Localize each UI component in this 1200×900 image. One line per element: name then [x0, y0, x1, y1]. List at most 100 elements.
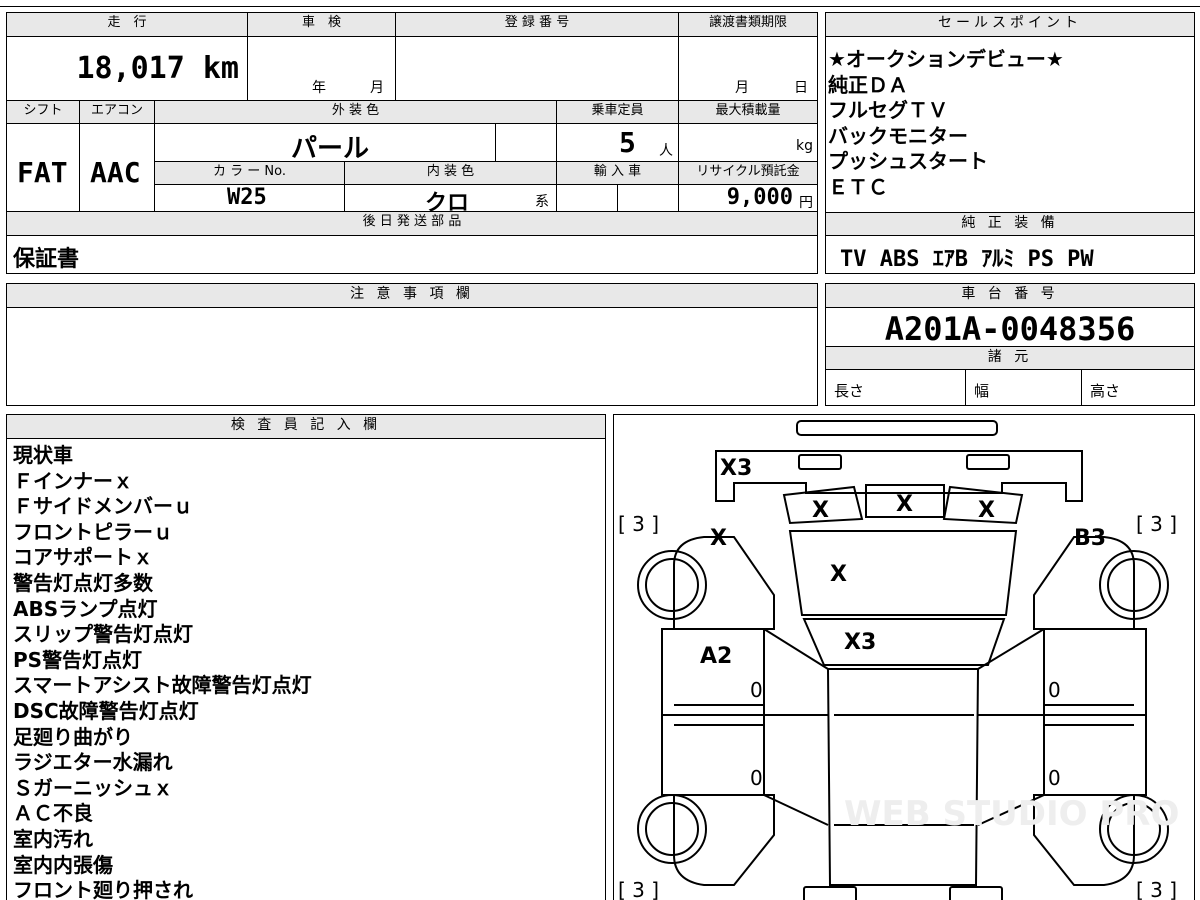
mark-hood: X [830, 562, 847, 587]
transfer-day-unit: 日 [794, 80, 808, 96]
shift-value: FAT [17, 156, 68, 189]
sales-points-box: セールスポイント ★オークションデビュー★ 純正ＤＡ フルセグＴＶ バックモニタ… [825, 12, 1195, 274]
sales-point: プッシュスタート [828, 149, 988, 174]
mark-door-zero: 0 [750, 678, 763, 702]
notes-box: 注 意 事 項 欄 [6, 283, 818, 406]
top-strip [0, 0, 1200, 7]
inspector-note: ラジエター水漏れ [13, 750, 173, 775]
mark-headlight-right: X [978, 498, 995, 523]
transfer-month-unit: 月 [735, 80, 749, 96]
transfer-deadline-header: 譲渡書類期限 [679, 13, 817, 37]
sales-points-list: ★オークションデビュー★ 純正ＤＡ フルセグＴＶ バックモニター プッシュスター… [828, 47, 1064, 201]
inspector-note: 現状車 [13, 443, 73, 467]
mark-door-zero: 0 [1048, 678, 1061, 702]
mark-tire-rear-left: [ 3 ] [618, 878, 659, 900]
inspection-header: 車 検 [248, 13, 396, 37]
interior-color-header: 内 装 色 [345, 162, 557, 185]
mark-windshield: X3 [844, 630, 876, 655]
chassis-box: 車 台 番 号 A201A-0048356 諸 元 長さ 幅 高さ [825, 283, 1195, 406]
watermark: WEB STUDIO PRO [844, 794, 1179, 834]
exterior-color-header: 外 装 色 [155, 101, 557, 124]
later-parts-header: 後 日 発 送 部 品 [7, 212, 817, 236]
aircon-header: エアコン [80, 101, 155, 124]
exterior-color-value: パール [291, 134, 370, 164]
inspector-note: 室内汚れ [13, 826, 93, 851]
vehicle-info-table: 走 行 車 検 登 録 番 号 譲渡書類期限 18,017 km 年 月 月 日… [6, 12, 818, 274]
capacity-value: 5 [619, 126, 636, 159]
inspector-note: フロント廻り押され [13, 878, 193, 900]
inspector-note: スマートアシスト故障警告灯点灯 [13, 673, 312, 698]
mileage-value: 18,017 km [76, 51, 239, 86]
shift-cell: FAT [7, 124, 80, 212]
capacity-cell: 5 人 [557, 124, 679, 162]
exterior-color-cell: パール [155, 124, 496, 164]
color-no-value: W25 [227, 185, 267, 210]
registration-header: 登 録 番 号 [396, 13, 679, 37]
notes-header: 注 意 事 項 欄 [7, 284, 817, 308]
mark-tire-front-right: [ 3 ] [1136, 512, 1177, 536]
inspector-note: 室内内張傷 [13, 852, 113, 877]
car-diagram: WEB STUDIO PRO X3 X X X X B3 X X3 A2 [ 3… [618, 420, 1179, 900]
inspector-note: PS警告灯点灯 [13, 647, 143, 672]
import-cell-1 [557, 185, 618, 212]
shift-header: シフト [7, 101, 80, 124]
mark-fender-left: X [710, 526, 727, 551]
mark-headlight-left: X [812, 498, 829, 523]
inspector-header: 検 査 員 記 入 欄 [7, 415, 605, 439]
registration-cell [396, 37, 679, 101]
inspector-note: コアサポートｘ [13, 545, 153, 570]
sales-point: バックモニター [828, 123, 968, 148]
inspector-note: Ｓガーニッシュｘ [13, 775, 173, 800]
max-load-cell: kg [679, 124, 817, 162]
sales-point: ★オークションデビュー★ [828, 47, 1064, 71]
inspector-note: スリップ警告灯点灯 [13, 622, 193, 647]
length-label: 長さ [834, 382, 865, 400]
mark-front-bumper: X3 [720, 456, 752, 481]
max-load-header: 最大積載量 [679, 101, 817, 124]
inspector-note: ＡＣ不良 [13, 801, 93, 826]
recycle-fee-unit: 円 [799, 195, 813, 211]
capacity-header: 乗車定員 [557, 101, 679, 124]
width-cell: 幅 [966, 370, 1082, 405]
aircon-cell: AAC [80, 124, 155, 212]
inspector-note: ABSランプ点灯 [13, 596, 158, 621]
inspector-note: Ｆサイドメンバーｕ [13, 494, 193, 519]
mileage-cell: 18,017 km [7, 37, 248, 101]
inspector-note: Ｆインナーｘ [13, 468, 133, 493]
sales-point: フルセグＴＶ [828, 98, 948, 123]
color-no-header: カ ラ ー No. [155, 162, 345, 185]
chassis-no-value: A201A-0048356 [884, 310, 1136, 348]
exterior-color-extra-cell [496, 124, 557, 162]
width-label: 幅 [974, 382, 990, 400]
recycle-fee-cell: 9,000 円 [679, 185, 817, 212]
inspector-note: DSC故障警告灯点灯 [13, 698, 199, 723]
interior-color-suffix: 系 [535, 194, 549, 210]
inspection-year-unit: 年 [312, 80, 326, 96]
mark-tire-front-left: [ 3 ] [618, 512, 659, 536]
sales-point: 純正ＤＡ [828, 72, 908, 97]
mark-tire-rear-right: [ 3 ] [1136, 878, 1177, 900]
inspector-note: 警告灯点灯多数 [13, 570, 153, 595]
mark-grille: X [896, 492, 913, 517]
mark-door-zero: 0 [1048, 766, 1061, 790]
mark-door-zero: 0 [750, 766, 763, 790]
recycle-fee-value: 9,000 [726, 185, 793, 210]
sales-points-header: セールスポイント [826, 13, 1194, 37]
inspector-box: 検 査 員 記 入 欄 現状車 Ｆインナーｘ Ｆサイドメンバーｕ フロントピラー… [6, 414, 606, 900]
mark-fender-right: B3 [1074, 526, 1106, 551]
specs-header: 諸 元 [826, 346, 1194, 370]
recycle-fee-header: リサイクル預託金 [679, 162, 817, 185]
equipment-value: TV ABS ｴｱB ｱﾙﾐ PS PW [840, 247, 1094, 272]
inspector-notes-list: 現状車 Ｆインナーｘ Ｆサイドメンバーｕ フロントピラーｕ コアサポートｘ 警告… [13, 443, 312, 900]
mark-front-door-left: A2 [700, 644, 732, 669]
aircon-value: AAC [90, 156, 141, 189]
interior-color-cell: クロ 系 [345, 185, 557, 216]
max-load-unit: kg [796, 138, 813, 154]
chassis-no-header: 車 台 番 号 [826, 284, 1194, 308]
inspection-month-unit: 月 [370, 80, 384, 96]
inspector-note: 足廻り曲がり [13, 724, 133, 749]
inspection-cell: 年 月 [248, 37, 396, 101]
inspector-note: フロントピラーｕ [13, 519, 173, 544]
sales-point: ＥＴＣ [828, 174, 888, 199]
import-cell-2 [618, 185, 679, 212]
